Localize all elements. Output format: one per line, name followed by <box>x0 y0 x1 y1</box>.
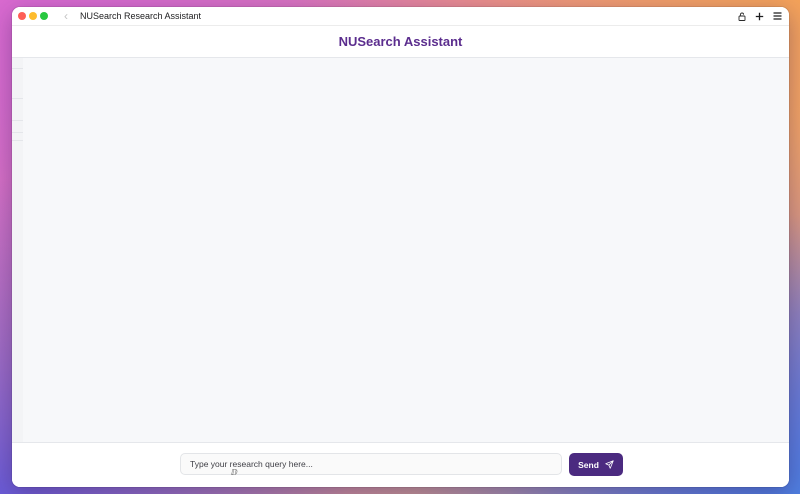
minimize-window-button[interactable] <box>29 12 37 20</box>
plus-icon[interactable] <box>754 9 765 23</box>
left-gutter <box>12 58 23 442</box>
text-cursor-icon: ⅅ <box>231 468 238 477</box>
composer-bar: ⅅ Send <box>12 443 789 487</box>
gutter-divider <box>12 132 23 133</box>
gutter-divider <box>12 120 23 121</box>
close-window-button[interactable] <box>18 12 26 20</box>
chevron-left-icon[interactable]: ‹ <box>64 9 68 23</box>
send-button-label: Send <box>578 459 599 470</box>
paper-plane-icon <box>605 460 614 469</box>
app-window: ‹ NUSearch Research Assistant NUSearch A… <box>12 7 789 487</box>
page-title: NUSearch Assistant <box>338 33 463 49</box>
menu-icon[interactable] <box>772 9 783 23</box>
chat-messages-area[interactable] <box>12 58 789 443</box>
zoom-window-button[interactable] <box>40 12 48 20</box>
window-title: NUSearch Research Assistant <box>80 11 202 21</box>
app-header: NUSearch Assistant <box>12 26 789 58</box>
toolbar-icons <box>736 9 783 23</box>
gutter-divider <box>12 140 23 141</box>
gutter-divider <box>12 98 23 99</box>
lock-icon[interactable] <box>736 9 747 23</box>
gutter-divider <box>12 68 23 69</box>
send-button[interactable]: Send <box>569 453 623 476</box>
title-bar: ‹ NUSearch Research Assistant <box>12 7 789 26</box>
